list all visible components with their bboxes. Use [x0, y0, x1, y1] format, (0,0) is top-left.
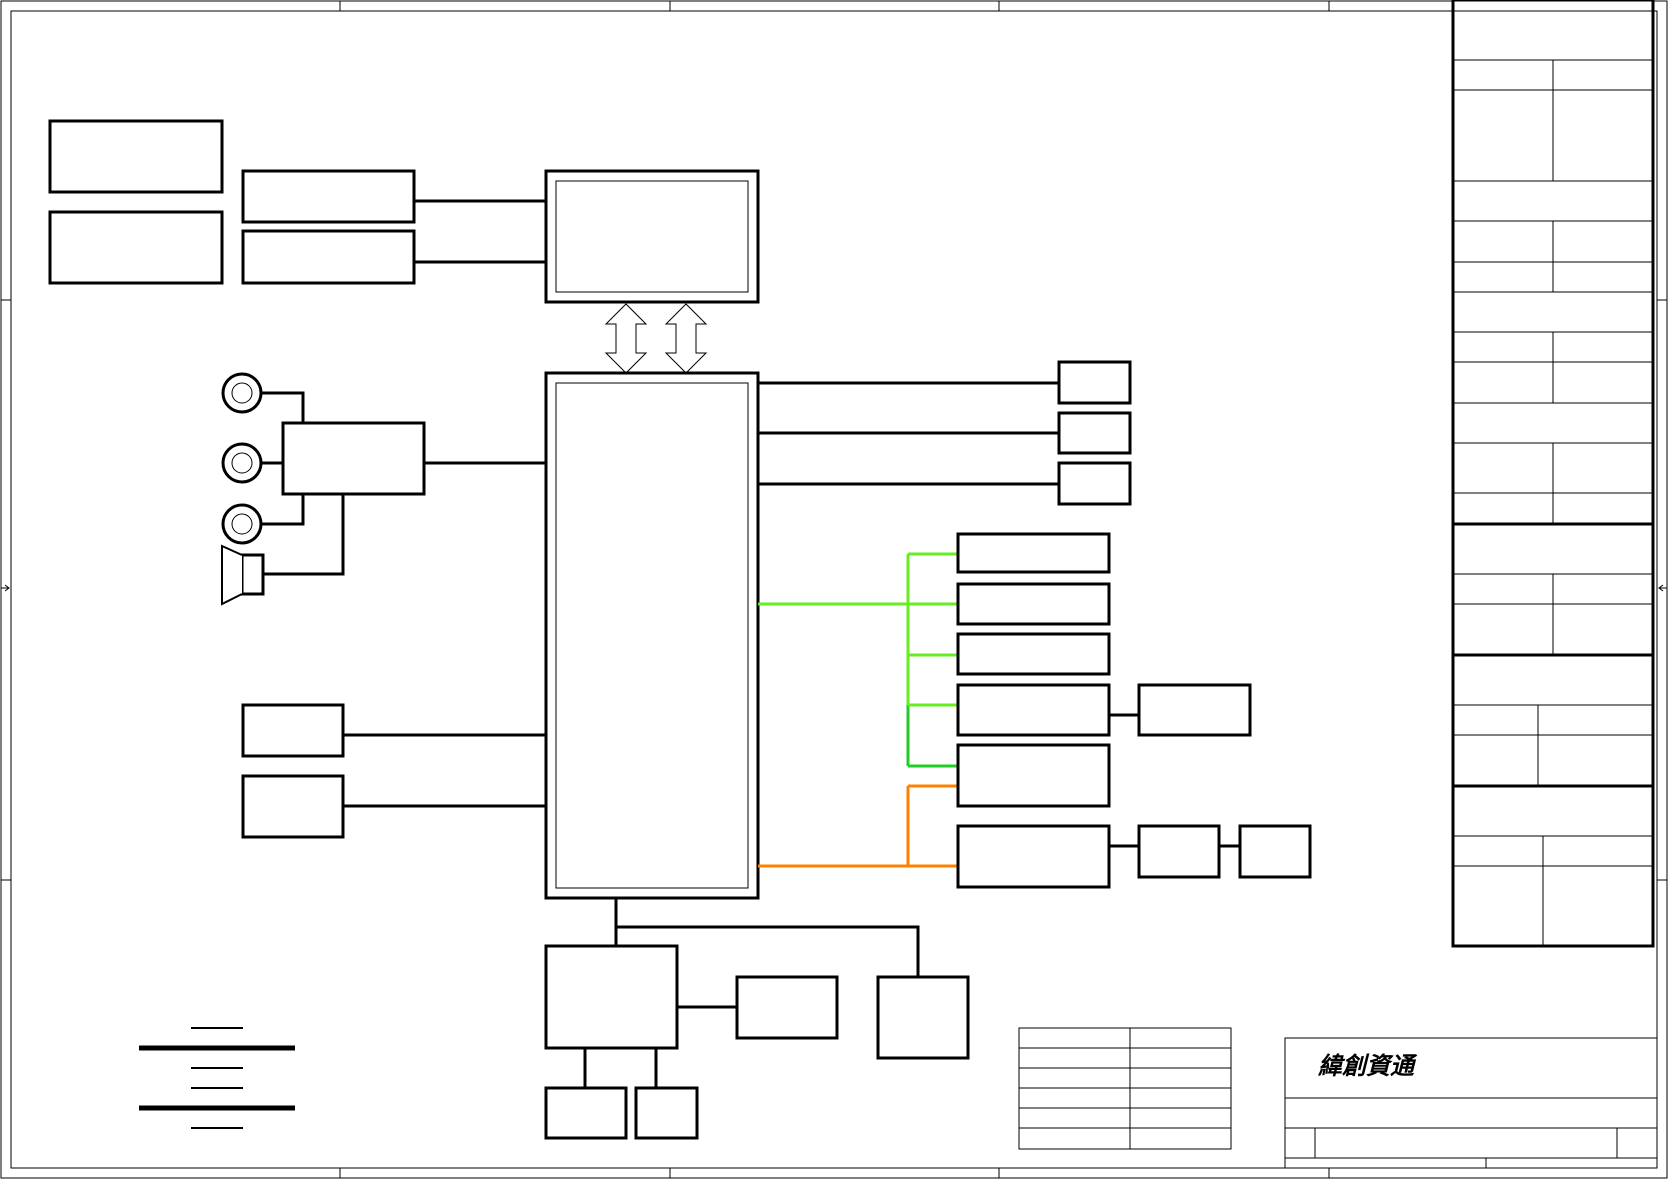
- right-small-blocks: [758, 360, 1132, 506]
- block-top-left-1: [48, 119, 224, 194]
- block-periph-4-ext: [1137, 683, 1252, 737]
- audio-jack-icon: [221, 503, 263, 545]
- speaker-icon: [221, 544, 265, 606]
- top-left-blocks: [48, 119, 546, 285]
- block-left-lower-2: [241, 774, 345, 839]
- block-audio-codec: [281, 421, 426, 496]
- orange-bus: [758, 784, 958, 868]
- company-name: 緯創資通: [1317, 1051, 1418, 1080]
- title-block: 緯創資通: [1284, 1037, 1658, 1169]
- block-periph-3: [956, 632, 1111, 676]
- audio-jack-icon: [221, 442, 263, 484]
- schematic-sheet: .k { stroke: #000; fill: none; } .box { …: [0, 0, 1668, 1179]
- block-right-small-1: [1057, 360, 1132, 405]
- block-memory-1: [241, 169, 416, 224]
- block-right-small-3: [1057, 461, 1132, 506]
- block-bottom-2: [634, 1086, 699, 1140]
- info-table: [1018, 1027, 1232, 1150]
- audio-jack-icon: [221, 372, 263, 414]
- line-legend: [139, 1027, 295, 1129]
- block-periph-5: [956, 743, 1111, 808]
- block-memory-2: [241, 229, 416, 285]
- revision-table: [1451, 0, 1655, 948]
- block-periph-6-ext-1: [1137, 824, 1221, 879]
- block-periph-1: [956, 532, 1111, 574]
- block-periph-4: [956, 683, 1111, 737]
- bottom-section: [544, 898, 970, 1140]
- block-embedded-controller: [544, 944, 679, 1050]
- block-periph-6-ext-2: [1238, 824, 1312, 879]
- chipset-block: [544, 371, 760, 900]
- block-left-lower-1: [241, 703, 345, 758]
- block-bottom-1: [544, 1086, 628, 1140]
- block-periph-6: [956, 824, 1111, 889]
- green-bus: [758, 552, 958, 768]
- block-bottom-side: [735, 975, 839, 1040]
- block-right-small-2: [1057, 411, 1132, 455]
- block-top-left-2: [48, 210, 224, 285]
- right-peripheral-blocks: [956, 532, 1312, 889]
- cpu-block: [544, 169, 760, 304]
- schematic-canvas: .k { stroke: #000; fill: none; } .box { …: [0, 0, 1668, 1179]
- audio-section: [221, 372, 546, 606]
- block-periph-2: [956, 582, 1111, 626]
- block-bottom-right: [876, 975, 970, 1060]
- double-arrow-icon: [604, 303, 708, 374]
- left-lower-blocks: [241, 703, 546, 839]
